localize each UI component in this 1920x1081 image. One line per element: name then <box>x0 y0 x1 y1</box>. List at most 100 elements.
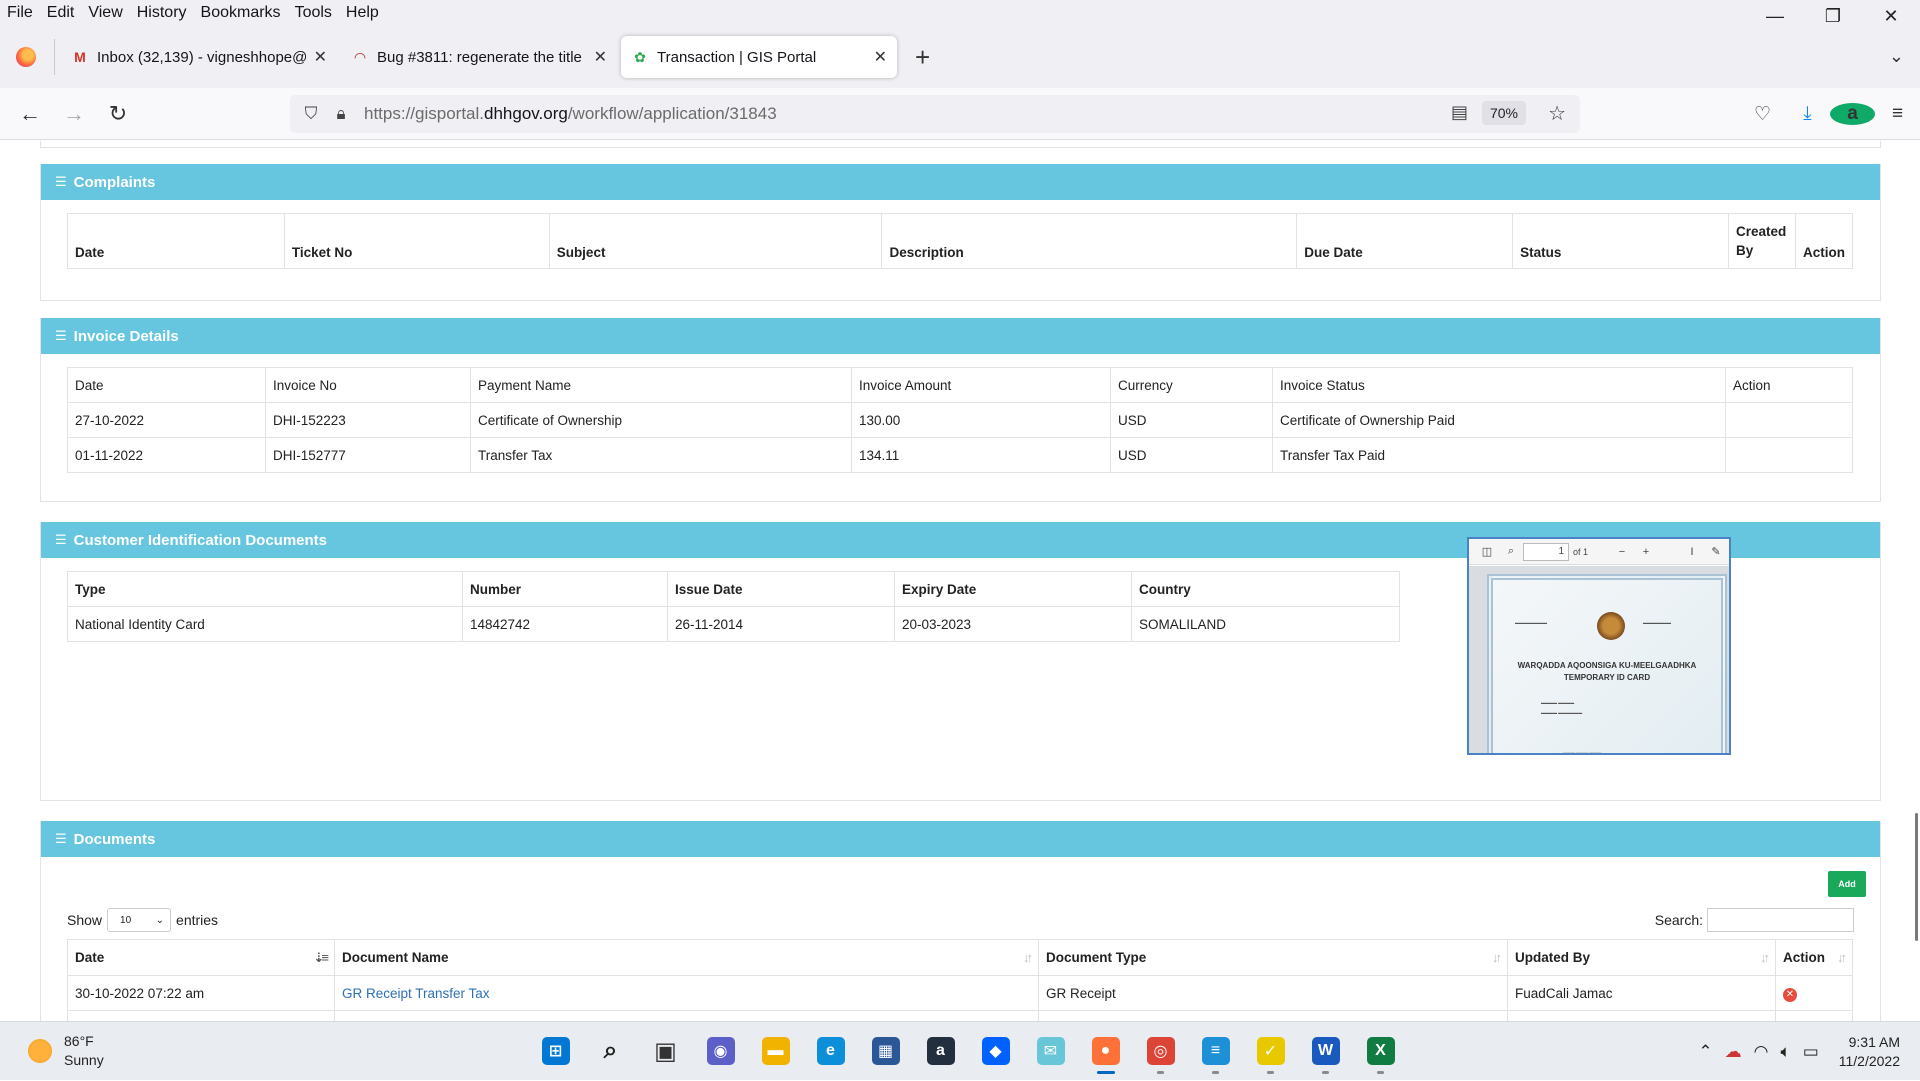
weather-temp: 86°F <box>64 1033 94 1049</box>
cell-number: 14842742 <box>462 606 668 642</box>
search-icon[interactable]: ⌕ <box>583 1028 638 1074</box>
store-icon[interactable]: ▦ <box>858 1028 913 1074</box>
chevron-up-icon[interactable]: ⌃ <box>1698 1042 1712 1062</box>
edge-icon[interactable]: e <box>803 1028 858 1074</box>
dropbox-icon[interactable]: ◆ <box>968 1028 1023 1074</box>
bookmark-star-icon[interactable]: ☆ <box>1548 101 1566 126</box>
menu-tools[interactable]: Tools <box>288 4 339 22</box>
cell-empty <box>334 1010 1039 1021</box>
col-invoice-no: Invoice No <box>265 367 471 403</box>
forward-icon[interactable]: → <box>52 101 96 127</box>
col-status: Status <box>1512 213 1729 269</box>
reader-view-icon[interactable]: ▤ <box>1451 102 1468 123</box>
close-tab-icon[interactable]: ✕ <box>314 47 327 67</box>
hamburger-menu-icon[interactable]: ≡ <box>1875 103 1920 125</box>
tab-gis-portal[interactable]: ✿ Transaction | GIS Portal ✕ <box>621 36 897 78</box>
zoom-level[interactable]: 70% <box>1481 101 1526 125</box>
windows-taskbar: 86°F Sunny ⊞ ⌕ ▣ ◉ ▬ e ▦ a ◆ ✉ ● ◎ ≡ ✓ W X ⌃ ☁ ◠ 🔈︎ ▭ 9… <box>0 1021 1920 1080</box>
address-bar[interactable]: ⛉ 🔒︎ https://gisportal.dhhgov.org/workfl… <box>290 95 1580 133</box>
vertical-scrollbar[interactable] <box>1915 813 1918 941</box>
add-document-button[interactable]: Add <box>1828 871 1866 897</box>
chrome-icon[interactable]: ◎ <box>1133 1028 1188 1074</box>
menu-help[interactable]: Help <box>339 4 386 22</box>
list-icon: ☰ <box>55 328 67 343</box>
col-document-name[interactable]: Document Name ↓↑ <box>334 939 1039 976</box>
excel-icon[interactable]: X <box>1353 1028 1408 1074</box>
sidebar-toggle-icon[interactable]: ◫ <box>1475 545 1499 558</box>
page-content: ☰ Complaints Date Ticket No Subject Desc… <box>0 141 1920 1021</box>
col-action: Action <box>1795 213 1853 269</box>
col-document-type[interactable]: Document Type ↓↑ <box>1038 939 1508 976</box>
task-view-icon[interactable]: ▣ <box>638 1028 693 1074</box>
word-icon[interactable]: W <box>1298 1028 1353 1074</box>
search-input[interactable] <box>1707 908 1854 932</box>
running-indicator <box>1212 1071 1219 1074</box>
zoom-out-icon[interactable]: − <box>1610 546 1634 558</box>
back-icon[interactable]: ← <box>8 101 52 127</box>
page-number-input[interactable]: 1 <box>1523 542 1569 561</box>
pocket-icon[interactable]: ♡ <box>1740 103 1785 126</box>
panel-title: Documents <box>73 830 156 848</box>
close-tab-icon[interactable]: ✕ <box>874 47 887 67</box>
col-number: Number <box>462 571 668 607</box>
cell-empty <box>1038 1010 1508 1021</box>
firefox-icon[interactable]: ● <box>1078 1028 1133 1074</box>
todo-icon[interactable]: ✓ <box>1243 1028 1298 1074</box>
lock-icon[interactable]: 🔒︎ <box>326 104 356 124</box>
amazon-icon[interactable]: a <box>913 1028 968 1074</box>
cloud-sync-icon[interactable]: ☁ <box>1725 1042 1742 1062</box>
col-updated-by[interactable]: Updated By ↓↑ <box>1507 939 1776 976</box>
windows-start-icon[interactable]: ⊞ <box>528 1028 583 1074</box>
battery-icon[interactable]: ▭ <box>1803 1042 1819 1062</box>
pdf-toolbar: ◫ ⌕ 1 of 1 − + I ✎ <box>1469 539 1729 565</box>
firefox-view-icon[interactable] <box>16 47 36 67</box>
sort-icon: ↓↑ <box>1492 950 1502 965</box>
wifi-icon[interactable]: ◠ <box>1754 1042 1769 1062</box>
account-icon[interactable]: a <box>1830 103 1875 125</box>
volume-icon[interactable]: 🔈︎ <box>1780 1042 1790 1062</box>
file-explorer-icon[interactable]: ▬ <box>748 1028 803 1074</box>
tracking-shield-icon[interactable]: ⛉ <box>296 104 326 124</box>
cell-payment-name: Certificate of Ownership <box>470 402 852 438</box>
draw-icon[interactable]: ✎ <box>1704 545 1728 558</box>
navigation-bar: ← → ↻ ⛉ 🔒︎ https://gisportal.dhhgov.org/… <box>0 88 1920 140</box>
menu-edit[interactable]: Edit <box>40 4 82 22</box>
chrome-icon-glyph: ◎ <box>1146 1037 1175 1065</box>
menu-view[interactable]: View <box>81 4 129 22</box>
redmine-icon: ◠ <box>354 48 366 65</box>
tab-strip: M Inbox (32,139) - vigneshhope@g ✕ ◠ Bug… <box>0 26 1920 88</box>
weather-widget[interactable]: 86°F Sunny <box>28 1032 104 1070</box>
entries-select[interactable]: 10 ⌄ <box>107 908 172 932</box>
search-control: Search: <box>1655 908 1854 932</box>
clock[interactable]: 9:31 AM 11/2/2022 <box>1839 1033 1900 1071</box>
cell-empty <box>67 1010 335 1021</box>
text-select-icon[interactable]: I <box>1680 546 1704 558</box>
col-description: Description <box>881 213 1298 269</box>
tab-redmine-bug[interactable]: ◠ Bug #3811: regenerate the title ✕ <box>341 36 617 78</box>
document-link[interactable]: GR Receipt Transfer Tax <box>342 986 490 1001</box>
downloads-icon[interactable]: ⤓ <box>1785 103 1830 125</box>
notepad-icon[interactable]: ≡ <box>1188 1028 1243 1074</box>
col-action[interactable]: Action ↓↑ <box>1775 939 1853 976</box>
teams-chat-icon[interactable]: ◉ <box>693 1028 748 1074</box>
cert-text: ▬▬▬▬▬▬▬▬ <box>1515 620 1547 625</box>
delete-icon[interactable]: ✕ <box>1783 987 1797 1002</box>
menu-history[interactable]: History <box>130 4 194 22</box>
search-icon[interactable]: ⌕ <box>1499 545 1523 558</box>
pdf-viewer[interactable]: ◫ ⌕ 1 of 1 − + I ✎ ▬▬▬▬▬▬▬▬ ▬▬▬▬▬▬▬ WARQ… <box>1467 537 1731 755</box>
tab-gmail[interactable]: M Inbox (32,139) - vigneshhope@g ✕ <box>61 36 337 78</box>
zoom-in-icon[interactable]: + <box>1634 546 1658 558</box>
url-text[interactable]: https://gisportal.dhhgov.org/workflow/ap… <box>364 104 777 124</box>
cell-type: National Identity Card <box>67 606 463 642</box>
reload-icon[interactable]: ↻ <box>96 101 140 127</box>
menu-file[interactable]: File <box>0 4 40 22</box>
task-view-icon-glyph: ▣ <box>654 1037 677 1065</box>
list-all-tabs-icon[interactable]: ⌄ <box>1889 46 1904 67</box>
close-tab-icon[interactable]: ✕ <box>594 47 607 67</box>
col-date[interactable]: Date ⇣≡ <box>67 939 335 976</box>
weather-desc: Sunny <box>64 1052 104 1068</box>
messenger-icon[interactable]: ✉ <box>1023 1028 1078 1074</box>
menu-bookmarks[interactable]: Bookmarks <box>194 4 288 22</box>
col-ticket-no: Ticket No <box>283 213 550 269</box>
new-tab-button[interactable]: + <box>915 42 930 73</box>
